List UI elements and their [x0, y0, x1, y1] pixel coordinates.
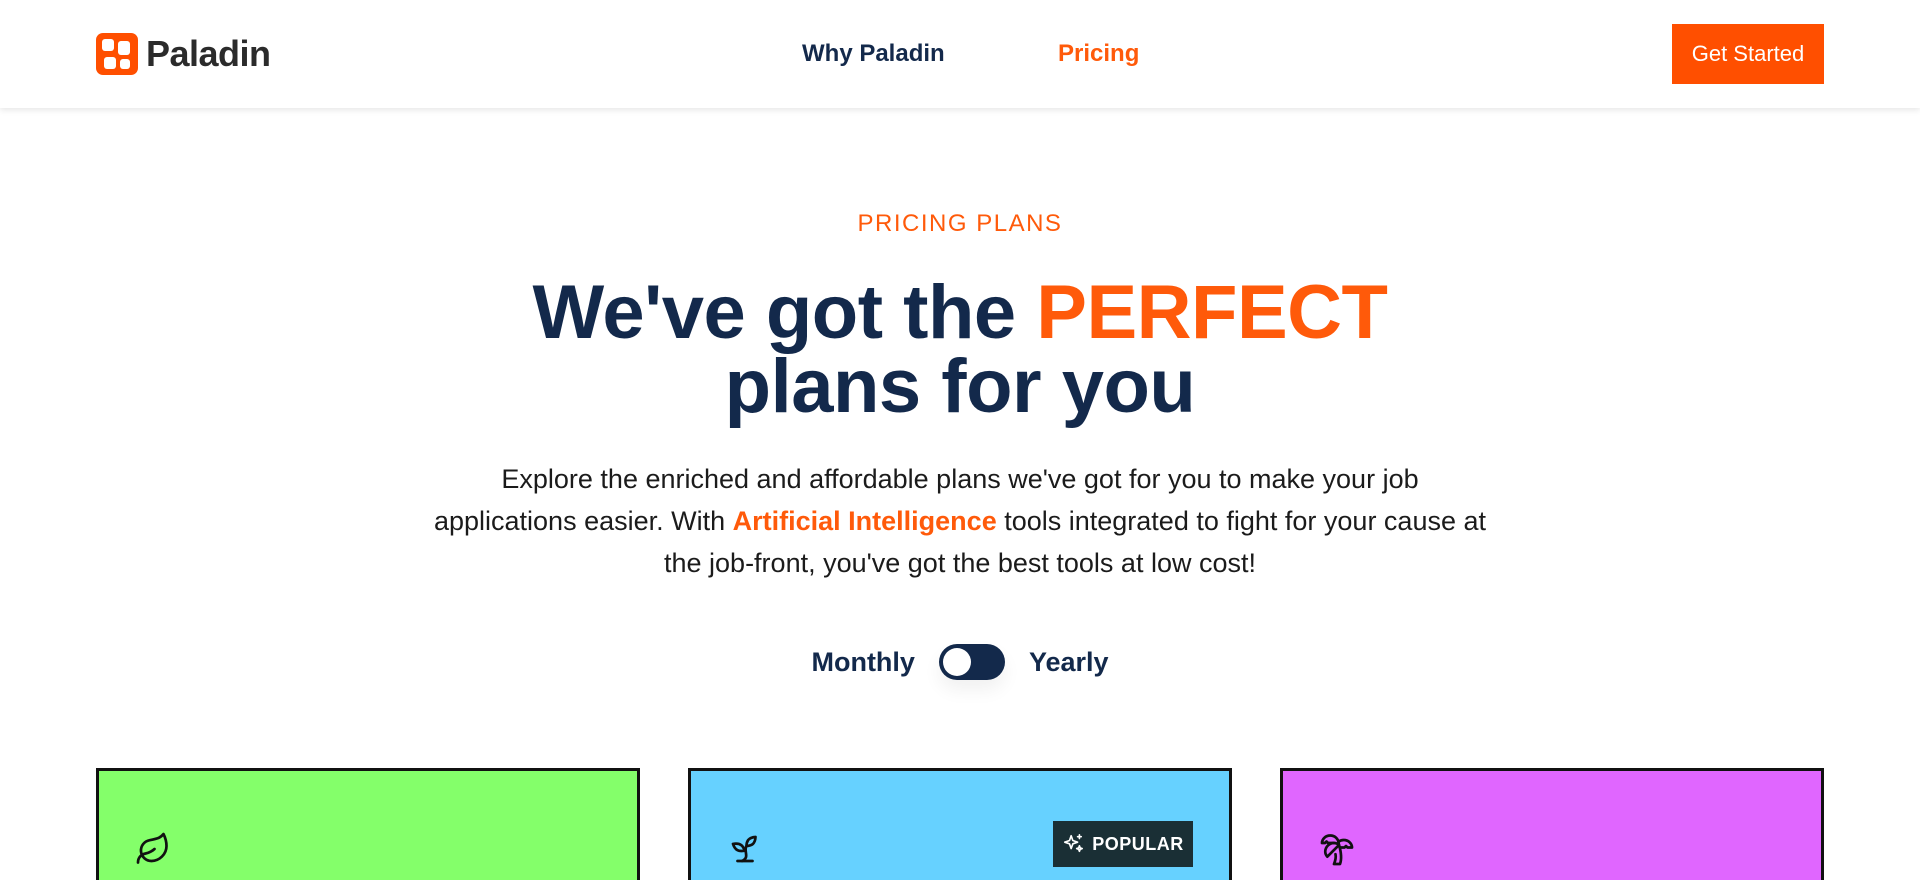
nav-pricing[interactable]: Pricing — [1058, 40, 1139, 68]
billing-switch[interactable] — [938, 644, 1005, 680]
leaf-icon — [135, 831, 171, 872]
yearly-label[interactable]: Yearly — [1029, 647, 1109, 678]
logo[interactable]: Paladin — [96, 33, 271, 75]
billing-toggle: Monthly Yearly — [0, 644, 1920, 680]
plan-card-basic — [96, 768, 640, 880]
palm-tree-icon — [1319, 831, 1355, 872]
section-eyebrow: PRICING PLANS — [857, 210, 1063, 237]
popular-badge-label: POPULAR — [1092, 833, 1184, 854]
page-title: We've got the PERFECT plans for you — [0, 275, 1920, 425]
plan-card-popular: POPULAR — [688, 768, 1232, 880]
description-accent: Artificial Intelligence — [732, 506, 997, 536]
sprout-icon — [727, 831, 763, 872]
logo-text: Paladin — [146, 33, 271, 74]
headline-text: We've got the — [532, 270, 1037, 355]
headline-accent: PERFECT — [1036, 270, 1388, 355]
get-started-button[interactable]: Get Started — [1672, 24, 1824, 84]
hero-description: Explore the enriched and affordable plan… — [430, 458, 1490, 584]
popular-badge: POPULAR — [1053, 821, 1193, 867]
headline-text-line2: plans for you — [724, 344, 1196, 429]
switch-knob — [942, 648, 971, 676]
monthly-label[interactable]: Monthly — [811, 647, 914, 678]
site-header: Paladin Why Paladin Pricing Get Started — [0, 0, 1920, 108]
sparkles-icon — [1064, 834, 1084, 853]
nav-why-paladin[interactable]: Why Paladin — [802, 40, 945, 68]
paladin-logo-icon — [96, 33, 138, 75]
plan-card-premium — [1280, 768, 1824, 880]
